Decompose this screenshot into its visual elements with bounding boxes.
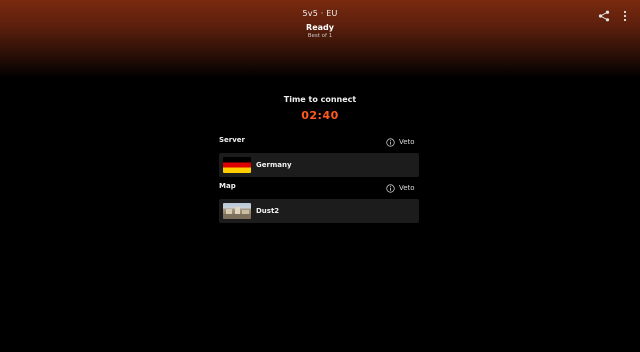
server-section-label: Server: [219, 136, 246, 144]
map-name: Dust2: [256, 207, 280, 215]
more-vertical-icon: [623, 10, 627, 22]
map-section-label: Map: [219, 182, 236, 190]
info-icon: [386, 137, 395, 147]
connect-label: Time to connect: [283, 95, 357, 104]
server-veto-button[interactable]: Veto: [386, 136, 415, 148]
connect-countdown: 02:40: [301, 109, 339, 122]
share-icon: [598, 10, 610, 22]
info-icon: [386, 183, 395, 193]
share-button[interactable]: [596, 8, 612, 24]
match-title: 5v5 · EU: [302, 9, 338, 18]
match-room-page: 5v5 · EU Ready Best of 1 Time to connect…: [0, 0, 640, 352]
server-veto-label: Veto: [399, 138, 415, 146]
map-veto-button[interactable]: Veto: [386, 182, 415, 194]
match-status: Ready: [306, 23, 334, 32]
match-format: Best of 1: [307, 33, 333, 39]
more-options-button[interactable]: [617, 8, 633, 24]
map-veto-label: Veto: [399, 184, 415, 192]
map-thumbnail-image: [223, 203, 251, 219]
map-card[interactable]: Dust2: [219, 199, 419, 223]
germany-flag-icon: [223, 157, 251, 173]
server-card[interactable]: Germany: [219, 153, 419, 177]
server-name: Germany: [256, 161, 292, 169]
